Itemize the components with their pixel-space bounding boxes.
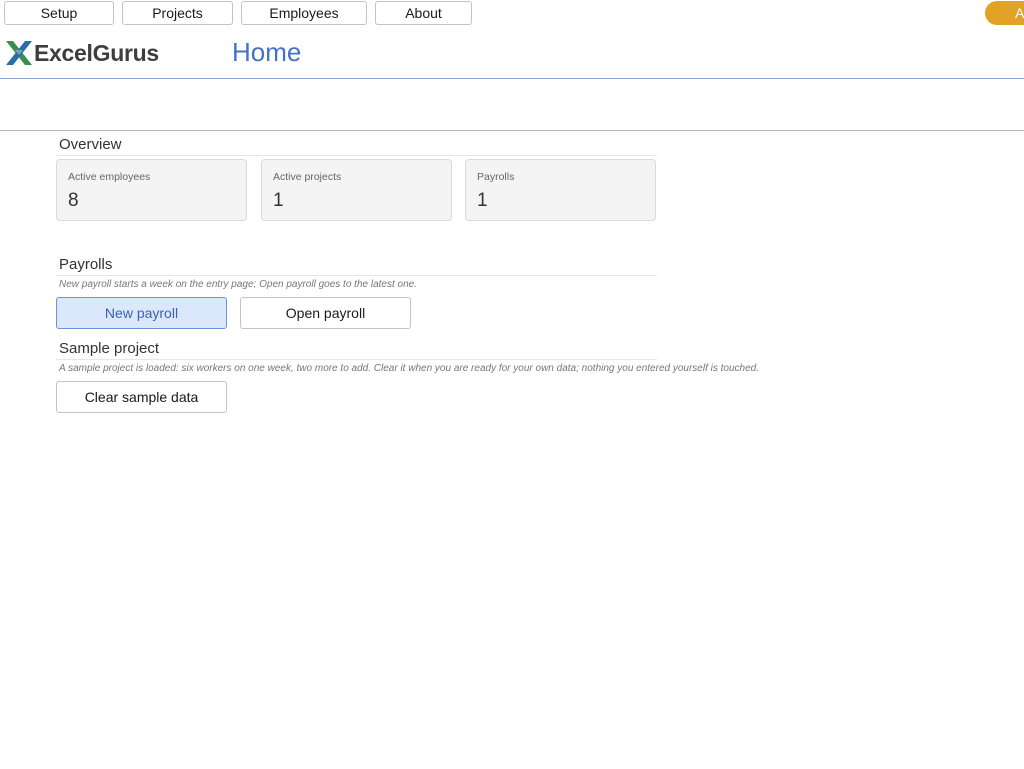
corner-action-button[interactable]: A: [985, 1, 1024, 25]
header-divider: [0, 78, 1024, 79]
nav-about-button[interactable]: About: [375, 1, 472, 25]
card-value: 8: [68, 190, 79, 211]
new-payroll-button[interactable]: New payroll: [56, 297, 227, 329]
overview-rule: [56, 155, 657, 156]
card-value: 1: [273, 190, 284, 211]
nav-setup-button[interactable]: Setup: [4, 1, 114, 25]
nav-projects-button[interactable]: Projects: [122, 1, 233, 25]
active-projects-card: Active projects 1: [261, 159, 452, 221]
open-payroll-button[interactable]: Open payroll: [240, 297, 411, 329]
card-label: Active projects: [273, 171, 342, 183]
corner-action-label: A: [1015, 5, 1024, 21]
card-label: Payrolls: [477, 171, 515, 183]
toolbar-divider: [0, 130, 1024, 131]
page-title: Home: [232, 37, 302, 67]
sample-project-hint: A sample project is loaded: six workers …: [59, 363, 760, 374]
logo: ExcelGurus: [5, 39, 159, 67]
payrolls-hint: New payroll starts a week on the entry p…: [59, 279, 417, 290]
sample-project-rule: [56, 359, 657, 360]
nav-employees-button[interactable]: Employees: [241, 1, 367, 25]
payrolls-title: Payrolls: [59, 256, 113, 273]
logo-x-icon: [6, 41, 32, 65]
logo-text: ExcelGurus: [34, 39, 159, 66]
payrolls-card: Payrolls 1: [465, 159, 656, 221]
card-value: 1: [477, 190, 488, 211]
overview-title: Overview: [59, 136, 122, 153]
clear-sample-data-button[interactable]: Clear sample data: [56, 381, 227, 413]
active-employees-card: Active employees 8: [56, 159, 247, 221]
sample-project-title: Sample project: [59, 340, 160, 357]
card-label: Active employees: [68, 171, 151, 183]
payrolls-rule: [56, 275, 657, 276]
page: Setup Projects Employees About A ExcelGu…: [0, 0, 1024, 769]
